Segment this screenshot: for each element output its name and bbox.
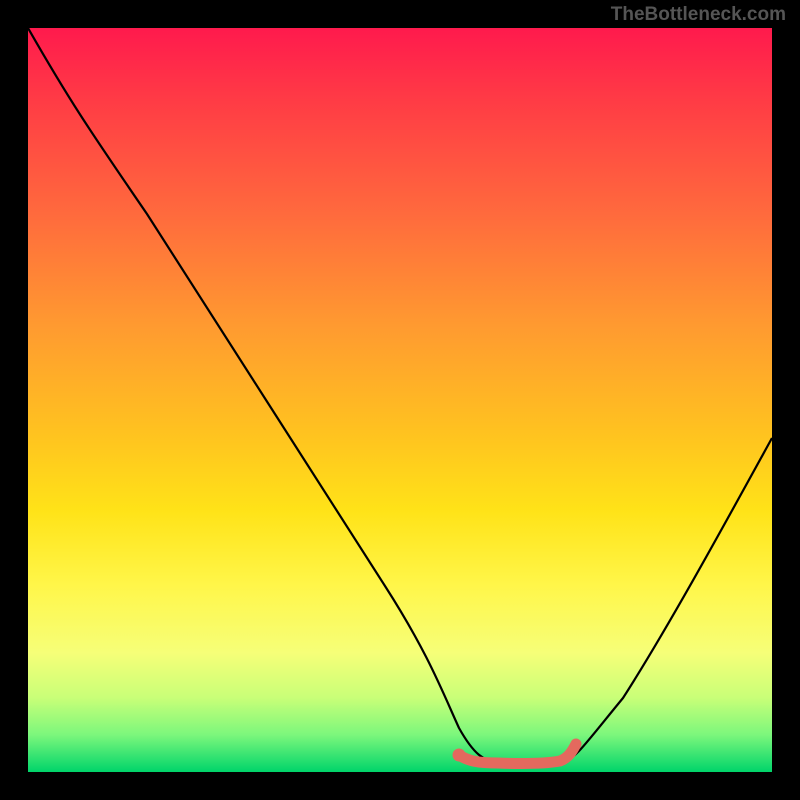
optimal-start-dot [453, 749, 466, 762]
chart-frame: TheBottleneck.com [0, 0, 800, 800]
plot-area [28, 28, 772, 772]
chart-svg [28, 28, 772, 772]
bottleneck-curve [28, 28, 772, 766]
attribution-label: TheBottleneck.com [611, 4, 786, 26]
